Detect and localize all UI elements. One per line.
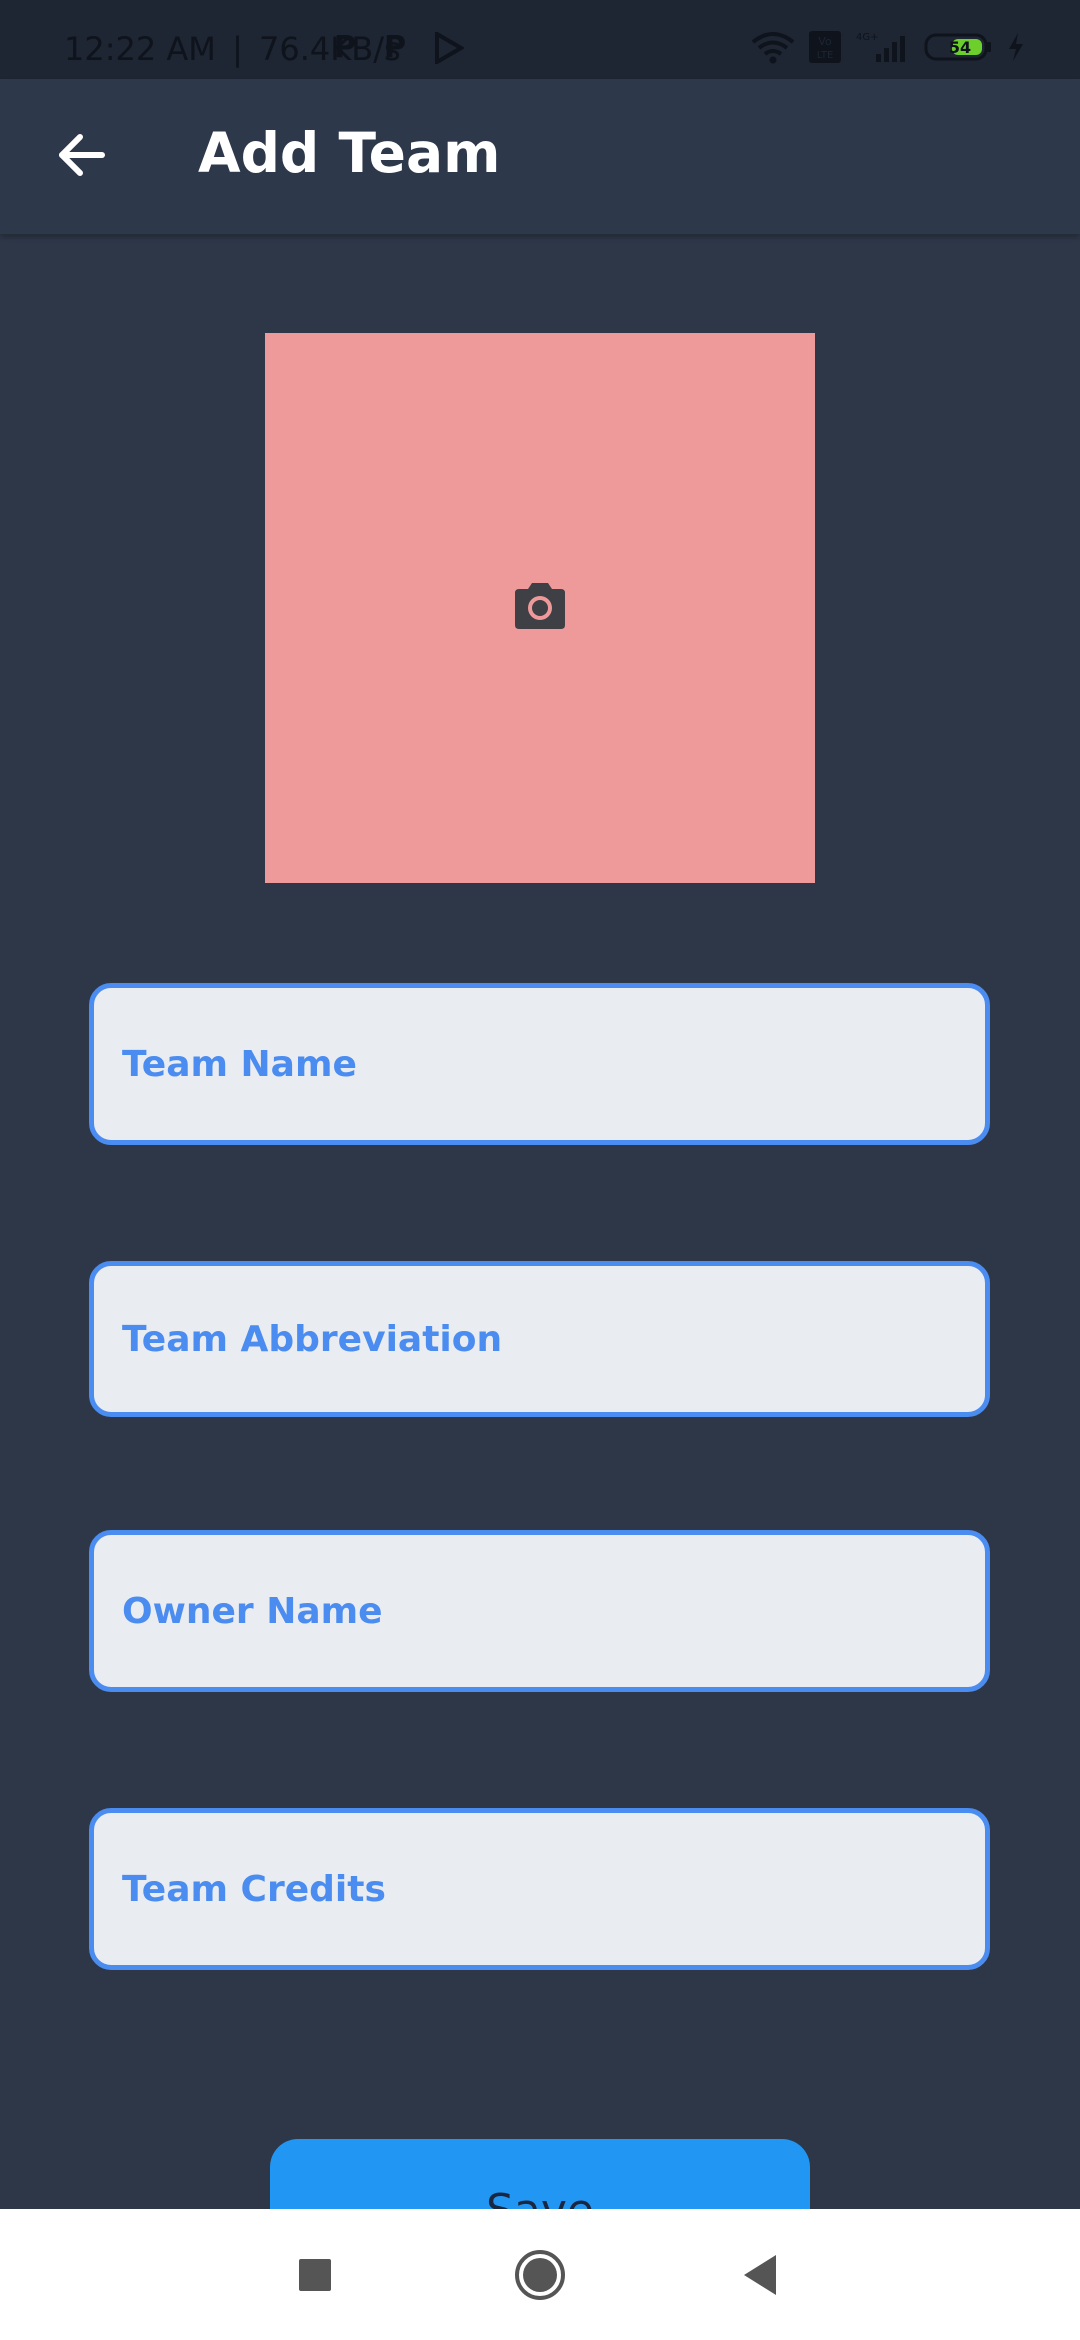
- recents-button[interactable]: [285, 2247, 345, 2307]
- play-store-icon: [434, 30, 465, 68]
- status-system-icons: Vo LTE 4G+ 54: [750, 30, 1026, 68]
- back-button[interactable]: [40, 117, 120, 197]
- triangle-back-icon: [740, 2253, 780, 2301]
- square-icon: [298, 2258, 332, 2296]
- paytm-icon: P: [384, 30, 406, 65]
- team-logo-picker[interactable]: [265, 333, 815, 883]
- team-abbreviation-input[interactable]: [94, 1266, 985, 1412]
- svg-text:4G+: 4G+: [856, 32, 879, 43]
- add-team-screen: 12:22 AM | 76.4KB/s P P Vo LTE 4G+ 54 Ad…: [0, 0, 1080, 2340]
- system-navigation-bar: [0, 2209, 1080, 2340]
- owner-name-input[interactable]: [94, 1535, 985, 1687]
- home-button[interactable]: [510, 2247, 570, 2307]
- team-name-input[interactable]: [94, 988, 985, 1140]
- battery-icon: 54: [924, 30, 994, 68]
- charging-icon: [1006, 32, 1026, 66]
- page-title: Add Team: [198, 121, 501, 185]
- system-back-button[interactable]: [730, 2247, 790, 2307]
- volte-icon: Vo LTE: [808, 30, 842, 68]
- team-credits-input[interactable]: [94, 1813, 985, 1965]
- signal-icon: 4G+: [854, 30, 912, 68]
- arrow-left-icon: [54, 131, 106, 183]
- camera-icon: [511, 581, 569, 635]
- owner-name-field[interactable]: [89, 1530, 990, 1692]
- app-bar: Add Team: [0, 79, 1080, 234]
- team-credits-field[interactable]: [89, 1808, 990, 1970]
- svg-text:Vo: Vo: [818, 35, 832, 48]
- team-abbreviation-field[interactable]: [89, 1261, 990, 1417]
- status-bar: 12:22 AM | 76.4KB/s P P Vo LTE 4G+ 54: [0, 0, 1080, 79]
- team-name-field[interactable]: [89, 983, 990, 1145]
- status-separator: |: [232, 30, 243, 68]
- svg-text:LTE: LTE: [817, 50, 834, 61]
- wifi-icon: [750, 30, 796, 68]
- status-app-icons: P P: [334, 30, 465, 68]
- circle-icon: [514, 2249, 566, 2305]
- paytm-icon: P: [334, 30, 356, 65]
- battery-level: 54: [949, 38, 971, 57]
- status-time: 12:22 AM: [64, 30, 216, 68]
